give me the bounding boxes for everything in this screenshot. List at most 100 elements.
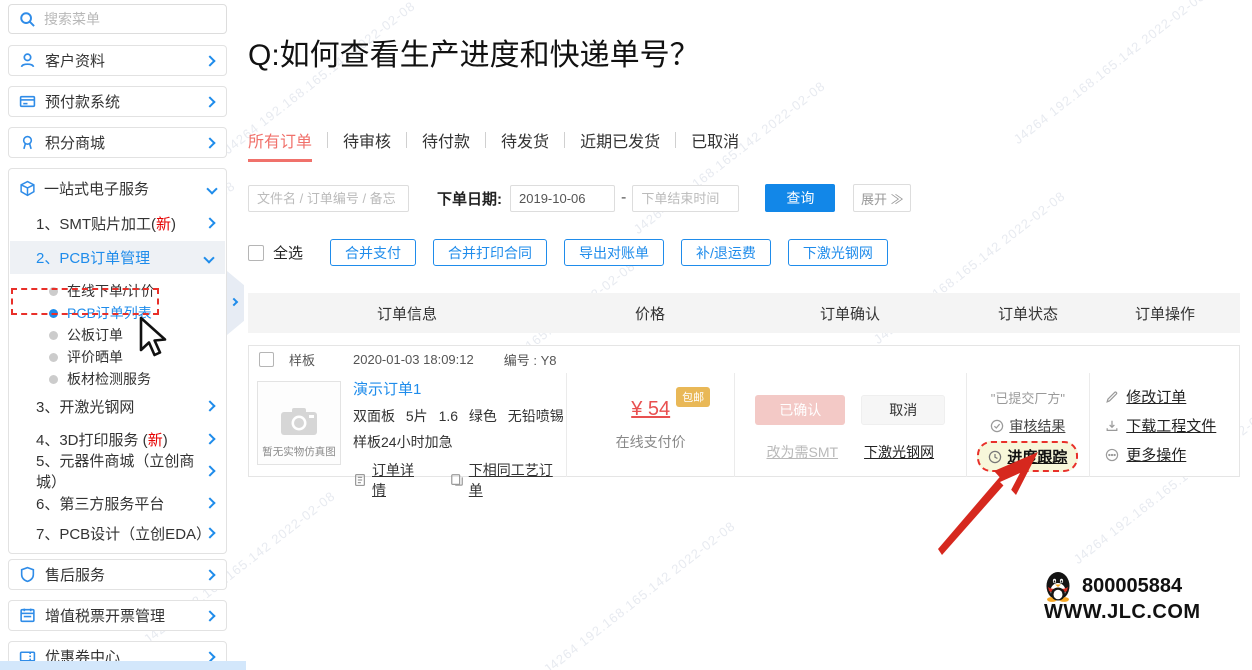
sidebar-item-label: 6、第三方服务平台 [36,493,164,514]
search-icon [19,11,36,28]
pcb-order-help-page: J4264 192.168.165.142 2022-02-08 J4264 1… [0,0,1252,670]
sidebar-subitem-review[interactable]: 评价晒单 [49,346,123,368]
chevron-right-icon [204,433,215,444]
ops-cell: 修改订单 下载工程文件 更多操作 [1089,373,1239,477]
more-actions-link[interactable]: 更多操作 [1105,444,1239,465]
watermark: J4264 192.168.165.142 2022-02-08 [1011,0,1208,147]
same-process-order-link[interactable]: 下相同工艺订单 [450,460,567,500]
col-price: 价格 [566,303,734,324]
chevron-right-icon [204,610,215,621]
sidebar-subitem-material-test[interactable]: 板材检测服务 [49,368,151,390]
annotation-dashed-box [11,288,159,315]
refund-freight-button[interactable]: 补/退运费 [681,239,771,266]
laser-stencil-button[interactable]: 下激光钢网 [788,239,888,266]
menu-search-box[interactable] [8,4,227,34]
bottom-strip [0,661,246,670]
change-to-smt-link[interactable]: 改为需SMT [766,442,838,462]
sidebar-item-label: 5、元器件商城（立创商城） [36,450,206,492]
order-detail-link[interactable]: 订单详情 [353,460,428,500]
tab-pending-shipment[interactable]: 待发货 [486,128,564,162]
sidebar-item-customer-info[interactable]: 客户资料 [8,45,227,76]
order-name-link[interactable]: 演示订单1 [353,378,566,399]
camera-icon [280,406,318,436]
sidebar-collapse-handle[interactable] [227,271,244,335]
sidebar-item-third-party[interactable]: 6、第三方服务平台 [36,491,214,515]
chevron-down-icon [206,183,217,194]
expand-button[interactable]: 展开 ≫ [853,184,911,212]
page-title: Q:如何查看生产进度和快递单号？ [248,30,700,74]
review-icon [990,419,1004,433]
sidebar-item-3d-print[interactable]: 4、3D打印服务 (新) [36,427,214,451]
col-ops: 订单操作 [1090,303,1240,324]
order-tabs: 所有订单 待审核 待付款 待发货 近期已发货 已取消 [248,128,754,162]
date-range-separator: - [621,189,626,207]
bulk-action-bar: 全选 合并支付 合并打印合同 导出对账单 补/退运费 下激光钢网 [248,239,888,266]
sidebar-item-pcb-order-mgmt[interactable]: 2、PCB订单管理 [10,241,225,274]
order-type: 样板 [289,350,315,369]
download-icon [1105,419,1119,433]
sidebar-item-vat-invoice[interactable]: 增值税票开票管理 [8,600,227,631]
chevron-right-icon [204,96,215,107]
bullet-dot-icon [49,375,58,384]
sidebar-item-one-stop-service[interactable]: 一站式电子服务 [19,178,216,199]
merge-print-contract-button[interactable]: 合并打印合同 [433,239,547,266]
sidebar-item-prepaid-system[interactable]: 预付款系统 [8,86,227,117]
sidebar-item-label: 客户资料 [45,50,105,71]
sidebar-subitem-public-board[interactable]: 公板订单 [49,324,123,346]
sidebar-item-laser-stencil[interactable]: 3、开激光钢网 [36,394,214,418]
invoice-icon [19,607,36,624]
chevron-right-icon [204,497,215,508]
chevron-right-icon [204,569,215,580]
end-date-input[interactable] [632,185,739,212]
keyword-input[interactable] [248,185,409,212]
price-note: 在线支付价 [616,432,686,452]
qq-icon [1044,570,1072,602]
sidebar-service-group: 一站式电子服务 1、SMT贴片加工(新) 2、PCB订单管理 在线下单/计价 P… [8,168,227,554]
date-label: 下单日期: [437,188,502,209]
cancel-order-button[interactable]: 取消 [861,395,945,425]
query-button[interactable]: 查询 [765,184,835,212]
sidebar-item-points-mall[interactable]: 积分商城 [8,127,227,158]
sidebar-item-label: 7、PCB设计（立创EDA） [36,523,206,544]
tab-all-orders[interactable]: 所有订单 [248,128,327,162]
chevron-right-icon [204,465,215,476]
order-price-link[interactable]: ¥ 54 [631,398,670,420]
order-row-header: 样板 2020-01-03 18:09:12 编号 : Y8 [249,346,1239,373]
tab-cancelled[interactable]: 已取消 [676,128,754,162]
menu-search-input[interactable] [44,11,204,27]
chevron-right-icon [204,400,215,411]
sidebar-item-label: 4、3D打印服务 (新) [36,429,168,450]
chevron-right-icon [230,298,238,306]
sidebar-item-pcb-design[interactable]: 7、PCB设计（立创EDA） [36,521,214,545]
prepaid-card-icon [19,93,36,110]
order-checkbox[interactable] [259,352,274,367]
order-datetime: 2020-01-03 18:09:12 [353,352,474,367]
sidebar-item-label: 2、PCB订单管理 [36,247,150,268]
start-date-input[interactable] [510,185,615,212]
sidebar-group-title: 一站式电子服务 [44,178,149,199]
review-result-link[interactable]: 审核结果 [990,416,1065,436]
tab-recently-shipped[interactable]: 近期已发货 [565,128,675,162]
annotation-arrow-icon [920,440,1060,570]
tab-pending-review[interactable]: 待审核 [328,128,406,162]
download-files-link[interactable]: 下载工程文件 [1105,415,1239,436]
col-order-info: 订单信息 [248,303,566,324]
chevron-right-icon [204,55,215,66]
user-icon [19,52,36,69]
merge-pay-button[interactable]: 合并支付 [330,239,416,266]
order-rush-note: 样板24小时加急 [353,432,566,452]
export-statement-button[interactable]: 导出对账单 [564,239,664,266]
chevron-right-icon [204,137,215,148]
sidebar-item-smt[interactable]: 1、SMT贴片加工(新) [36,211,214,235]
price-cell: ¥ 54 包邮 在线支付价 [566,373,734,477]
cursor-icon [137,316,167,362]
tab-pending-payment[interactable]: 待付款 [407,128,485,162]
select-all-checkbox[interactable] [248,245,264,261]
sidebar-item-label: 售后服务 [45,564,105,585]
sidebar-item-component-mall[interactable]: 5、元器件商城（立创商城） [36,459,214,483]
modify-order-link[interactable]: 修改订单 [1105,386,1239,407]
select-all-label: 全选 [273,242,303,263]
sidebar-item-aftersales[interactable]: 售后服务 [8,559,227,590]
service-box-icon [19,180,36,197]
sidebar-subitem-label: 评价晒单 [67,347,123,367]
